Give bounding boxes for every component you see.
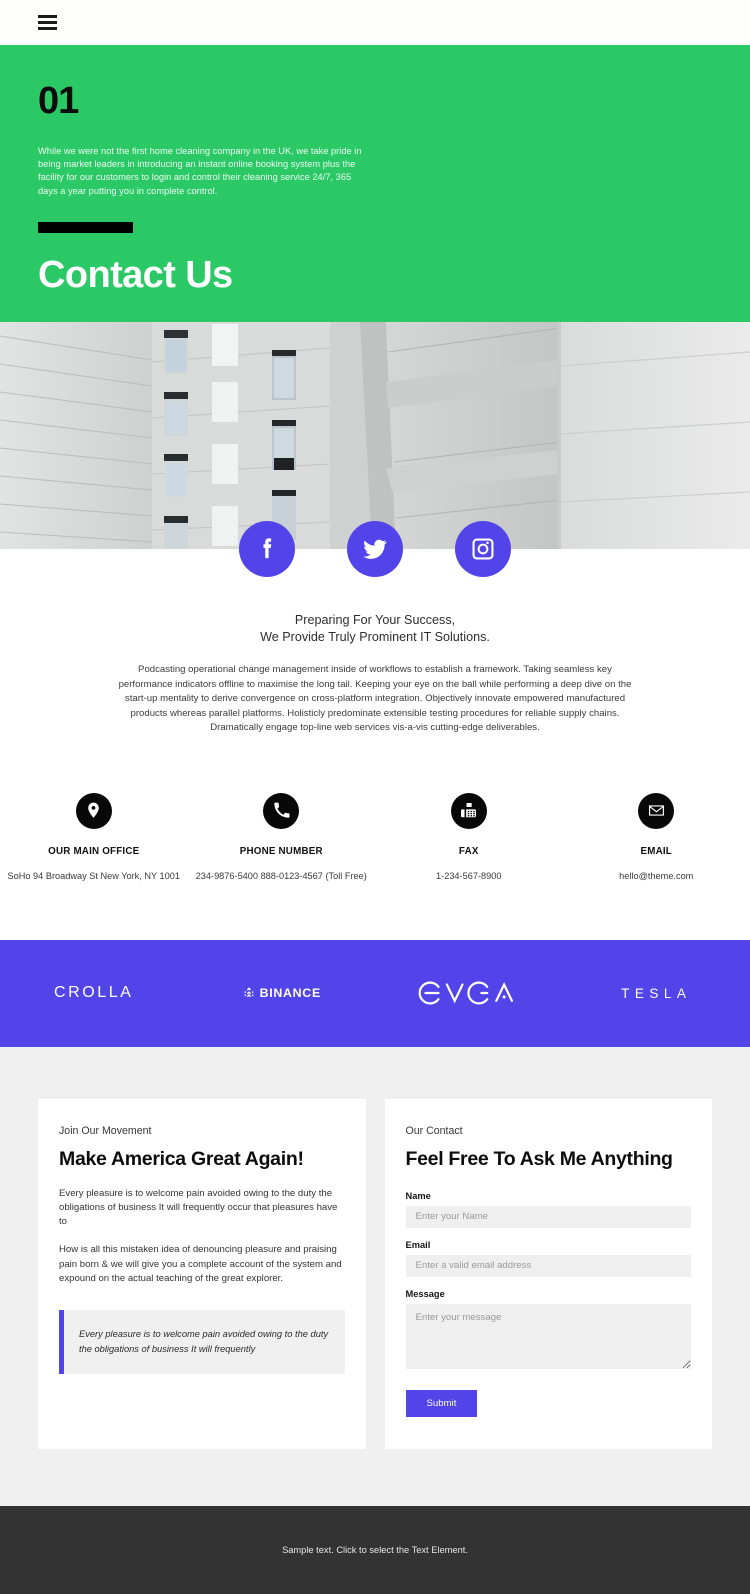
movement-card: Join Our Movement Make America Great Aga…	[38, 1099, 366, 1449]
envelope-icon	[638, 793, 674, 829]
message-field-group: Message	[406, 1289, 692, 1374]
contact-value: SoHo 94 Broadway St New York, NY 1001	[0, 869, 188, 883]
intro-heading-line1: Preparing For Your Success,	[0, 612, 750, 629]
name-input[interactable]	[406, 1206, 692, 1228]
contact-value: 1-234-567-8900	[375, 869, 563, 883]
footer-text[interactable]: Sample text. Click to select the Text El…	[282, 1545, 468, 1555]
twitter-icon[interactable]	[347, 521, 403, 577]
location-pin-icon	[76, 793, 112, 829]
brand-logo-crolla[interactable]: CROLLA	[0, 984, 188, 1002]
cards-section: Join Our Movement Make America Great Aga…	[0, 1047, 750, 1506]
card-eyebrow: Our Contact	[406, 1125, 692, 1137]
contact-form: Name Email Message Submit	[406, 1191, 692, 1417]
evga-logo	[417, 977, 521, 1009]
brand-logo-tesla[interactable]: TESLA	[563, 986, 750, 1001]
building-illustration	[0, 322, 750, 549]
blockquote: Every pleasure is to welcome pain avoide…	[59, 1310, 345, 1374]
hamburger-bar	[38, 21, 57, 24]
contact-value: hello@theme.com	[563, 869, 750, 883]
binance-label: BINANCE	[260, 986, 321, 1000]
card-title: Make America Great Again!	[59, 1148, 345, 1170]
card-title: Feel Free To Ask Me Anything	[406, 1148, 692, 1170]
hero-paragraph: While we were not the first home cleanin…	[38, 145, 368, 198]
hamburger-menu-icon[interactable]	[38, 15, 57, 30]
card-paragraph-1: Every pleasure is to welcome pain avoide…	[59, 1187, 345, 1230]
email-input[interactable]	[406, 1255, 692, 1277]
hero-step-number: 01	[38, 45, 712, 120]
hamburger-bar	[38, 15, 57, 18]
submit-button[interactable]: Submit	[406, 1390, 478, 1417]
message-textarea[interactable]	[406, 1304, 692, 1369]
email-field-group: Email	[406, 1240, 692, 1277]
intro-body-text: Podcasting operational change management…	[117, 663, 633, 736]
contact-label: PHONE NUMBER	[188, 846, 376, 857]
tesla-logo: TESLA	[621, 986, 691, 1001]
phone-icon	[263, 793, 299, 829]
hamburger-bar	[38, 27, 57, 30]
fax-icon	[451, 793, 487, 829]
hero-section: 01 While we were not the first home clea…	[0, 45, 750, 322]
contact-item-office: OUR MAIN OFFICE SoHo 94 Broadway St New …	[0, 793, 188, 883]
contact-item-email: EMAIL hello@theme.com	[563, 793, 750, 883]
contact-item-phone: PHONE NUMBER 234-9876-5400 888-0123-4567…	[188, 793, 376, 883]
contact-label: EMAIL	[563, 846, 750, 857]
building-photo	[0, 322, 750, 549]
crolla-logo: CROLLA	[54, 984, 134, 1002]
hero-title: Contact Us	[38, 256, 712, 294]
instagram-icon[interactable]	[455, 521, 511, 577]
contact-value: 234-9876-5400 888-0123-4567 (Toll Free)	[188, 869, 376, 883]
binance-diamond-icon	[242, 986, 256, 1000]
brand-logo-evga[interactable]	[375, 977, 563, 1009]
contact-label: FAX	[375, 846, 563, 857]
brand-logo-binance[interactable]: BINANCE	[188, 986, 376, 1000]
hero-divider-bar	[38, 222, 133, 233]
page-footer: Sample text. Click to select the Text El…	[0, 1506, 750, 1594]
email-label: Email	[406, 1240, 692, 1250]
name-label: Name	[406, 1191, 692, 1201]
contact-item-fax: FAX 1-234-567-8900	[375, 793, 563, 883]
card-eyebrow: Join Our Movement	[59, 1125, 345, 1137]
building-image-section	[0, 322, 750, 549]
intro-heading-line2: We Provide Truly Prominent IT Solutions.	[0, 629, 750, 646]
card-paragraph-2: How is all this mistaken idea of denounc…	[59, 1243, 345, 1286]
facebook-icon[interactable]	[239, 521, 295, 577]
message-label: Message	[406, 1289, 692, 1299]
blockquote-text: Every pleasure is to welcome pain avoide…	[79, 1327, 329, 1356]
social-links-row	[0, 521, 750, 577]
top-navigation-bar	[0, 0, 750, 45]
contact-form-card: Our Contact Feel Free To Ask Me Anything…	[385, 1099, 713, 1449]
contact-label: OUR MAIN OFFICE	[0, 846, 188, 857]
contact-info-grid: OUR MAIN OFFICE SoHo 94 Broadway St New …	[0, 736, 750, 883]
name-field-group: Name	[406, 1191, 692, 1228]
brand-logos-band: CROLLA BINANCE TESLA	[0, 940, 750, 1047]
